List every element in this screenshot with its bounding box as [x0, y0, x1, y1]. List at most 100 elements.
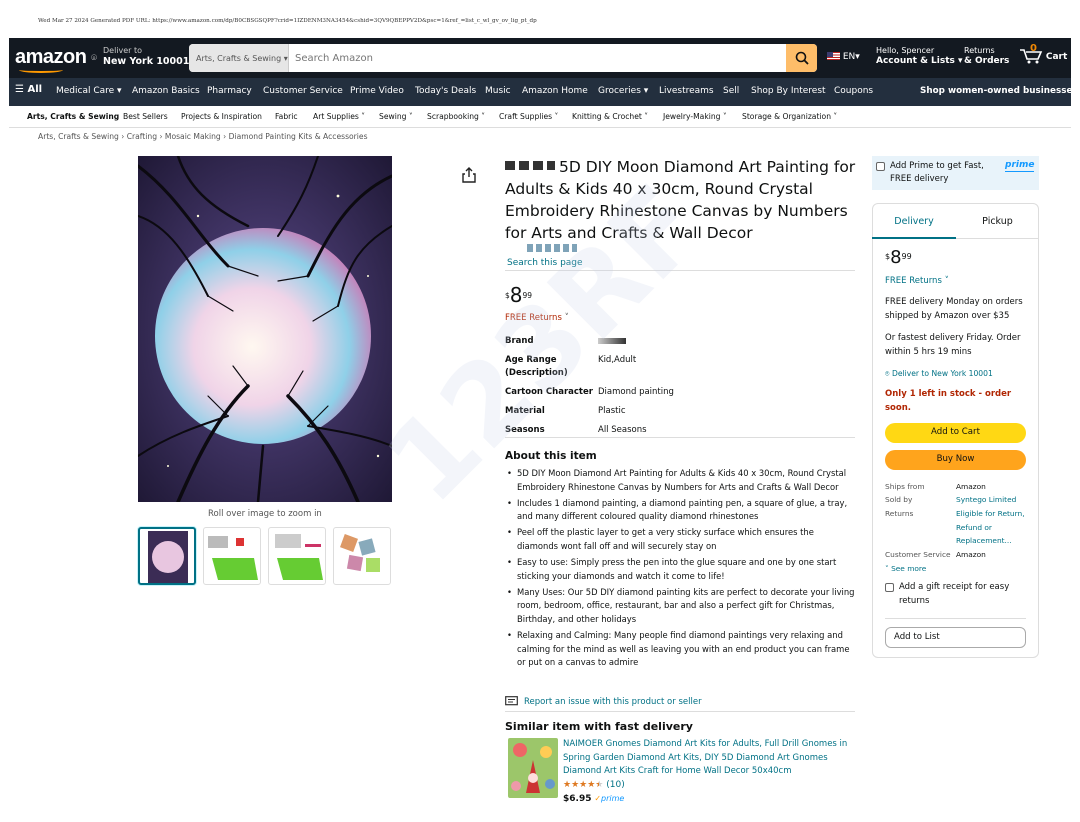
catbar-arts-crafts[interactable]: Arts, Crafts & Sewing [27, 112, 119, 121]
us-flag-icon [827, 52, 840, 60]
report-issue-link[interactable]: Report an issue with this product or sel… [505, 696, 702, 707]
product-specs-table: Brand Age Range (Description) Kid,Adult C… [505, 335, 855, 443]
search-category-select[interactable]: Arts, Crafts & Sewing ▾ [189, 44, 289, 72]
tools-thumbnail-image [275, 534, 323, 580]
language-selector[interactable]: EN▾ [827, 52, 860, 62]
spec-row-character: Cartoon Character Diamond painting [505, 387, 674, 397]
subnav-amazon-home[interactable]: Amazon Home [522, 86, 588, 96]
location-pin-icon: ⌾ [885, 369, 890, 378]
gnome-garden-image [508, 738, 558, 798]
catbar-fabric[interactable]: Fabric [275, 112, 298, 121]
spec-row-seasons: Seasons All Seasons [505, 425, 647, 435]
customer-service-value: Amazon [956, 550, 986, 559]
catbar-craft-supplies[interactable]: Craft Supplies ˅ [499, 112, 558, 121]
divider [885, 618, 1026, 619]
chevron-down-icon: ▾ [958, 56, 963, 66]
similar-heading: Similar item with fast delivery [505, 720, 693, 733]
add-to-cart-button[interactable]: Add to Cart [885, 423, 1026, 443]
hamburger-icon: ☰ [15, 84, 24, 95]
subnav-medical-care[interactable]: Medical Care ▾ [56, 86, 122, 96]
breadcrumb[interactable]: Arts, Crafts & Sewing › Crafting › Mosai… [38, 132, 368, 141]
catbar-projects[interactable]: Projects & Inspiration [181, 112, 262, 121]
subnav-customer-service[interactable]: Customer Service [263, 86, 343, 96]
catbar-scrapbooking[interactable]: Scrapbooking ˅ [427, 112, 485, 121]
deliver-to[interactable]: ⌾ Deliver to New York 10001 [91, 45, 189, 67]
amazon-logo[interactable]: amazon [15, 46, 87, 69]
about-item: Easy to use: Simply press the pen into t… [505, 556, 855, 583]
redacted-brand-mark [505, 161, 555, 170]
gift-receipt-checkbox[interactable] [885, 583, 894, 592]
thumbnail-3[interactable] [268, 527, 326, 585]
share-button[interactable] [462, 167, 476, 187]
spec-row-brand: Brand [505, 335, 855, 348]
catbar-storage[interactable]: Storage & Organization ˅ [742, 112, 837, 121]
customer-service-label: Customer Service [885, 550, 951, 559]
subnav-women-owned[interactable]: Shop women-owned businesses [920, 86, 1078, 96]
similar-item-image[interactable] [508, 738, 558, 798]
similar-item-price: $6.95 ✓prime [563, 794, 625, 804]
subnav-shop-by-interest[interactable]: Shop By Interest [751, 86, 826, 96]
share-icon [462, 167, 476, 183]
ships-from-value: Amazon [956, 482, 986, 491]
subnav-coupons[interactable]: Coupons [834, 86, 873, 96]
thumbnail-1[interactable] [138, 527, 196, 585]
gift-receipt-option[interactable]: Add a gift receipt for easy returns [885, 581, 1035, 608]
free-returns-link[interactable]: FREE Returns ˅ [505, 313, 569, 323]
free-delivery-info: FREE delivery Monday on orders shipped b… [885, 297, 1023, 321]
thumbnail-2[interactable] [203, 527, 261, 585]
search-button[interactable] [786, 44, 817, 72]
cart-button[interactable]: 0 Cart [1019, 43, 1068, 65]
deliver-to-link[interactable]: ⌾ Deliver to New York 10001 [885, 367, 1035, 381]
rollover-zoom-hint: Roll over image to zoom in [208, 509, 322, 519]
tab-delivery[interactable]: Delivery [872, 203, 956, 239]
product-title: 5D DIY Moon Diamond Art Painting for Adu… [505, 158, 856, 242]
account-lists[interactable]: Hello, Spencer Account & Lists ▾ [876, 46, 963, 66]
returns-orders[interactable]: Returns & Orders [964, 46, 1009, 66]
subnav-music[interactable]: Music [485, 86, 511, 96]
kit-contents-thumbnail-image [208, 536, 258, 580]
prime-upsell[interactable]: Add Prime to get Fast, FREE delivery pri… [872, 156, 1039, 190]
similar-item-title[interactable]: NAIMOER Gnomes Diamond Art Kits for Adul… [563, 738, 858, 779]
similar-item-rating[interactable]: ★★★★★ (10) [563, 780, 625, 790]
see-more-link[interactable]: ˅ See more [885, 562, 926, 576]
catbar-jewelry[interactable]: Jewelry-Making ˅ [663, 112, 727, 121]
subnav-amazon-basics[interactable]: Amazon Basics [132, 86, 200, 96]
tab-pickup[interactable]: Pickup [956, 203, 1039, 239]
catbar-best-sellers[interactable]: Best Sellers [123, 112, 168, 121]
main-product-image[interactable] [138, 156, 392, 502]
subnav-groceries[interactable]: Groceries ▾ [598, 86, 648, 96]
chevron-down-icon: ▾ [855, 52, 860, 62]
subnav-prime-video[interactable]: Prime Video [350, 86, 404, 96]
add-to-list-button[interactable]: Add to List [885, 627, 1026, 648]
all-menu-button[interactable]: ☰ All [15, 84, 42, 95]
returns-link[interactable]: Eligible for Return, Refund or Replaceme… [956, 507, 1028, 548]
catbar-sewing[interactable]: Sewing ˅ [379, 112, 413, 121]
cart-count: 0 [1030, 43, 1037, 54]
subnav-livestreams[interactable]: Livestreams [659, 86, 714, 96]
category-bar: Arts, Crafts & Sewing Best Sellers Proje… [9, 106, 1071, 128]
thumbnail-4[interactable] [333, 527, 391, 585]
ships-from-label: Ships from [885, 482, 925, 491]
moon-thumbnail-image [148, 531, 188, 583]
cart-label: Cart [1045, 52, 1068, 62]
subnav-pharmacy[interactable]: Pharmacy [207, 86, 252, 96]
search-icon [795, 51, 809, 65]
divider [505, 270, 855, 271]
catbar-knitting[interactable]: Knitting & Crochet ˅ [572, 112, 648, 121]
about-item: Relaxing and Calming: Many people find d… [505, 629, 855, 670]
chevron-down-icon: ˅ [885, 564, 889, 573]
diamond-bags-thumbnail-image [340, 534, 380, 572]
search-input[interactable] [289, 44, 786, 72]
deliver-location: New York 10001 [103, 56, 190, 67]
catbar-art-supplies[interactable]: Art Supplies ˅ [313, 112, 365, 121]
subnav-sell[interactable]: Sell [723, 86, 739, 96]
subnav-todays-deals[interactable]: Today's Deals [415, 86, 476, 96]
sub-nav: ☰ All Medical Care ▾ Amazon Basics Pharm… [9, 78, 1078, 106]
moon-painting-image [138, 156, 392, 502]
sold-by-link[interactable]: Syntego Limited [956, 493, 1016, 507]
prime-checkbox[interactable] [876, 162, 885, 171]
buybox-free-returns[interactable]: FREE Returns ˅ [885, 275, 1035, 289]
search-this-page-link[interactable]: Search this page [507, 258, 583, 268]
buy-now-button[interactable]: Buy Now [885, 450, 1026, 470]
buybox-price: $899 [885, 246, 912, 268]
